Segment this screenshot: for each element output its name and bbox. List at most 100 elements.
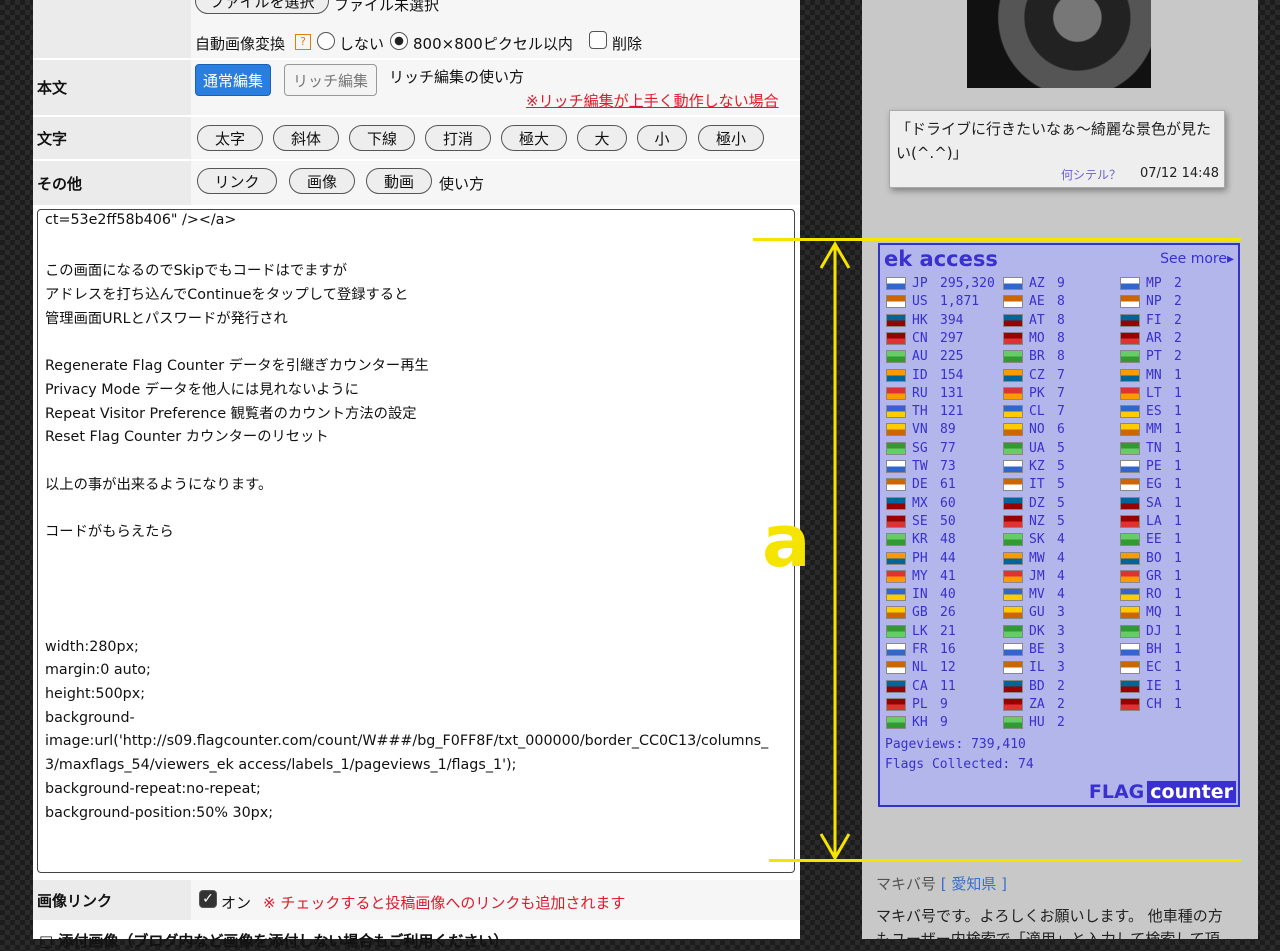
radio-800[interactable]: [390, 32, 408, 50]
profile-name[interactable]: マキバ号: [876, 875, 936, 893]
flag-entry: SG 77: [886, 441, 956, 456]
flag-entry: AR 2: [1120, 331, 1182, 346]
flag-entry: CL 7: [1003, 404, 1065, 419]
country-count: 16: [940, 642, 956, 657]
strike-button[interactable]: 打消: [425, 125, 491, 151]
user-photo[interactable]: [967, 0, 1151, 88]
italic-button[interactable]: 斜体: [273, 125, 339, 151]
flag-entry: AU 225: [886, 349, 963, 364]
country-count: 73: [940, 459, 956, 474]
editor-line: margin:0 auto;: [45, 662, 151, 679]
country-code: MV: [1029, 587, 1045, 603]
country-code: LT: [1146, 385, 1162, 401]
flag-counter-brand: FLAG counter: [1089, 781, 1236, 803]
flag-entry: CZ 7: [1003, 368, 1065, 383]
flag-entry: MP 2: [1120, 276, 1182, 291]
underline-button[interactable]: 下線: [349, 125, 415, 151]
country-flag-icon: [1120, 606, 1140, 620]
country-count: 11: [940, 678, 956, 694]
country-code: MN: [1146, 367, 1162, 383]
country-count: 9: [1057, 276, 1065, 291]
country-flag-icon: [1120, 386, 1140, 400]
country-flag-icon: [886, 588, 906, 602]
country-flag-icon: [1120, 551, 1140, 565]
flag-counter-widget[interactable]: ek access See more▸ JP 295,320 US 1,871 HK 39…: [878, 243, 1240, 807]
country-flag-icon: [886, 661, 906, 675]
large-button[interactable]: 大: [577, 125, 627, 151]
help-icon[interactable]: ?: [295, 34, 311, 50]
video-button[interactable]: 動画: [366, 168, 432, 194]
country-count: 131: [940, 385, 964, 401]
flag-entry: PK 7: [1003, 386, 1065, 401]
flag-entry: GU 3: [1003, 605, 1065, 620]
country-flag-icon: [886, 331, 906, 345]
flag-entry: IE 1: [1120, 679, 1182, 694]
link-button[interactable]: リンク: [197, 168, 277, 194]
country-count: 5: [1057, 495, 1065, 511]
country-flag-icon: [886, 478, 906, 492]
bold-button[interactable]: 太字: [197, 125, 263, 151]
country-flag-icon: [886, 569, 906, 583]
country-code: NL: [912, 660, 928, 676]
country-count: 2: [1174, 276, 1182, 291]
country-flag-icon: [886, 679, 906, 693]
country-code: SE: [912, 513, 928, 529]
country-flag-icon: [1003, 624, 1023, 638]
country-count: 154: [940, 367, 964, 383]
other-cell: リンク 画像 動画 使い方: [191, 161, 800, 205]
flag-counter-see-more[interactable]: See more▸: [1160, 251, 1234, 267]
radio-none[interactable]: [317, 32, 335, 50]
xlarge-button[interactable]: 極大: [501, 125, 567, 151]
country-count: 9: [940, 696, 948, 712]
country-code: IE: [1146, 678, 1162, 694]
flag-entry: DZ 5: [1003, 496, 1065, 511]
delete-checkbox[interactable]: [589, 31, 607, 49]
radio-800-label: 800×800ピクセル以内: [413, 35, 573, 53]
flag-entry: AE 8: [1003, 294, 1065, 309]
country-flag-icon: [1003, 551, 1023, 565]
other-howto-link[interactable]: 使い方: [439, 173, 484, 194]
flags-collected-text: Flags Collected: 74: [885, 757, 1034, 772]
rich-warn-link[interactable]: ※リッチ編集が上手く動作しない場合: [526, 90, 779, 111]
country-code: CH: [1146, 696, 1162, 712]
country-code: GB: [912, 605, 928, 621]
country-count: 9: [940, 715, 948, 731]
country-code: US: [912, 294, 928, 310]
country-count: 1: [1174, 440, 1182, 456]
small-button[interactable]: 小: [637, 125, 687, 151]
country-count: 1: [1174, 459, 1182, 474]
country-count: 12: [940, 660, 956, 676]
flag-entry: HK 394: [886, 313, 963, 328]
country-code: HK: [912, 312, 928, 328]
flag-entry: PL 9: [886, 697, 948, 712]
country-count: 1: [1174, 568, 1182, 584]
xsmall-button[interactable]: 極小: [698, 125, 764, 151]
country-count: 50: [940, 513, 956, 529]
normal-edit-button[interactable]: 通常編集: [195, 64, 271, 96]
country-code: MQ: [1146, 605, 1162, 621]
flag-entry: RO 1: [1120, 587, 1182, 602]
country-count: 26: [940, 605, 956, 621]
status-comment-link[interactable]: 何シテル？: [1061, 166, 1121, 183]
flag-entry: NL 12: [886, 660, 956, 675]
country-code: SA: [1146, 495, 1162, 511]
country-count: 1: [1174, 623, 1182, 639]
country-code: CZ: [1029, 367, 1045, 383]
editor-line: この画面になるのでSkipでもコードはでますが: [45, 263, 348, 280]
rich-howto-link[interactable]: リッチ編集の使い方: [389, 66, 524, 87]
flag-entry: ES 1: [1120, 404, 1182, 419]
image-link-checkbox[interactable]: ✓: [199, 890, 217, 908]
image-upload-cell: ファイルを選択 ファイル未選択 自動画像変換 ? しない 800×800ピクセル…: [191, 0, 800, 58]
flag-entry: BH 1: [1120, 642, 1182, 657]
flag-entry: TW 73: [886, 459, 956, 474]
image-button[interactable]: 画像: [289, 168, 355, 194]
post-body-textarea[interactable]: ct=53e2ff58b406" /></a> この画面になるのでSkipでもコー…: [37, 209, 795, 873]
flag-entry: CH 1: [1120, 697, 1182, 712]
editor-line: background-: [45, 709, 135, 726]
editor-line: 管理画面URLとパスワードが発行され: [45, 310, 288, 327]
country-flag-icon: [886, 423, 906, 437]
rich-edit-button[interactable]: リッチ編集: [284, 64, 377, 96]
file-select-button[interactable]: ファイルを選択: [195, 0, 329, 14]
profile-pref[interactable]: [ 愛知県 ]: [941, 875, 1007, 893]
country-count: 40: [940, 587, 956, 603]
